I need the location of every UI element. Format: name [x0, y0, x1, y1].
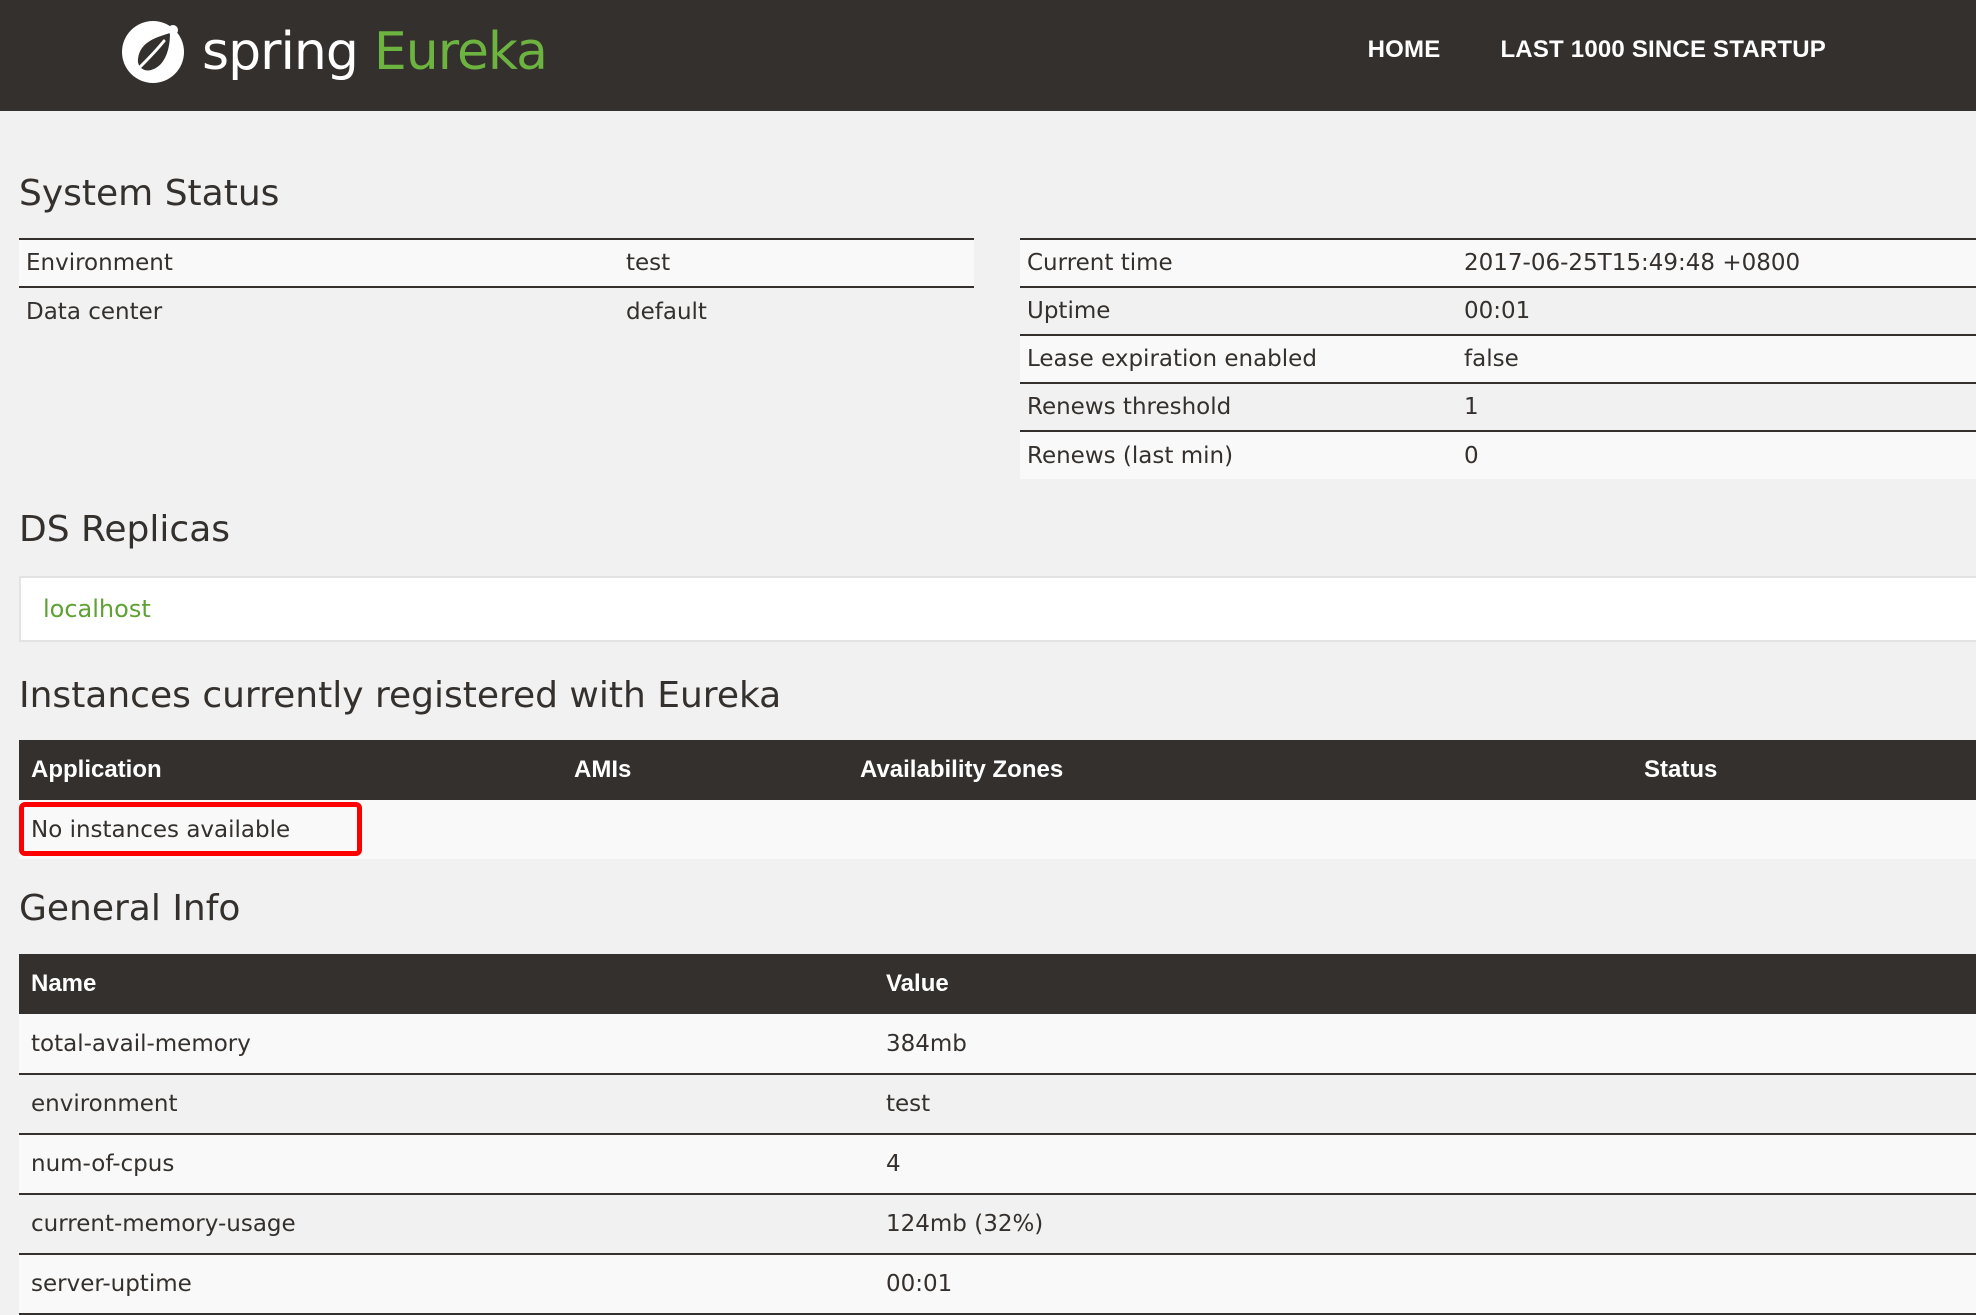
column-header-status: Status: [1632, 740, 1976, 800]
status-value: 0: [1457, 430, 1976, 479]
nav-last-1000-link[interactable]: LAST 1000 SINCE STARTUP: [1500, 36, 1826, 64]
system-status-right-table: Current time 2017-06-25T15:49:48 +0800 U…: [1020, 238, 1976, 479]
column-header-application: Application: [19, 740, 562, 800]
status-label: Renews (last min): [1020, 430, 1457, 479]
table-row: total-avail-memory 384mb: [19, 1014, 1976, 1075]
table-row: Data center default: [19, 286, 974, 335]
instances-table: Application AMIs Availability Zones Stat…: [19, 740, 1976, 859]
column-header-amis: AMIs: [562, 740, 848, 800]
info-value: 00:01: [874, 1254, 1976, 1315]
info-value: 384mb: [874, 1014, 1976, 1075]
info-name: environment: [19, 1074, 874, 1135]
table-row: Renews threshold 1: [1020, 382, 1976, 431]
table-header-row: Name Value: [19, 954, 1976, 1014]
table-row: Renews (last min) 0: [1020, 430, 1976, 479]
empty-instances-message: No instances available: [31, 816, 291, 843]
info-name: total-avail-memory: [19, 1014, 874, 1075]
instances-title: Instances currently registered with Eure…: [19, 675, 782, 716]
column-header-name: Name: [19, 954, 874, 1014]
info-name: num-of-cpus: [19, 1134, 874, 1195]
status-label: Lease expiration enabled: [1020, 334, 1457, 383]
empty-instances-cell: No instances available: [19, 800, 1976, 859]
status-label: Uptime: [1020, 286, 1457, 335]
column-header-value: Value: [874, 954, 1976, 1014]
status-value: 1: [1457, 382, 1976, 431]
table-row: environment test: [19, 1074, 1976, 1135]
brand-eureka-text: Eureka: [373, 22, 548, 82]
status-value: 2017-06-25T15:49:48 +0800: [1457, 238, 1976, 287]
column-header-availability-zones: Availability Zones: [848, 740, 1632, 800]
ds-replicas-list: localhost: [19, 576, 1976, 642]
replica-link-localhost[interactable]: localhost: [43, 595, 151, 623]
table-row: num-of-cpus 4: [19, 1134, 1976, 1195]
spring-leaf-icon: [122, 21, 184, 83]
table-header-row: Application AMIs Availability Zones Stat…: [19, 740, 1976, 800]
nav-home-link[interactable]: HOME: [1368, 36, 1441, 64]
brand-spring-text: spring: [202, 22, 359, 82]
table-row: current-memory-usage 124mb (32%): [19, 1194, 1976, 1255]
status-value: false: [1457, 334, 1976, 383]
table-row: No instances available: [19, 800, 1976, 859]
general-info-title: General Info: [19, 888, 241, 929]
info-name: current-memory-usage: [19, 1194, 874, 1255]
status-value: test: [619, 238, 974, 287]
info-value: 4: [874, 1134, 1976, 1195]
table-row: server-uptime 00:01: [19, 1254, 1976, 1315]
status-label: Environment: [19, 238, 619, 287]
system-status-title: System Status: [19, 173, 280, 214]
status-label: Renews threshold: [1020, 382, 1457, 431]
info-name: server-uptime: [19, 1254, 874, 1315]
info-value: 124mb (32%): [874, 1194, 1976, 1255]
table-row: Lease expiration enabled false: [1020, 334, 1976, 383]
status-label: Data center: [19, 286, 619, 335]
table-row: Uptime 00:01: [1020, 286, 1976, 335]
status-value: default: [619, 286, 974, 335]
system-status-left-table: Environment test Data center default: [19, 238, 974, 335]
brand-logo-link[interactable]: spring Eureka: [118, 12, 548, 92]
status-value: 00:01: [1457, 286, 1976, 335]
status-label: Current time: [1020, 238, 1457, 287]
navbar: spring Eureka HOME LAST 1000 SINCE START…: [0, 0, 1976, 111]
info-value: test: [874, 1074, 1976, 1135]
table-row: Current time 2017-06-25T15:49:48 +0800: [1020, 238, 1976, 287]
table-row: Environment test: [19, 238, 974, 287]
main-nav: HOME LAST 1000 SINCE STARTUP: [1368, 36, 1826, 64]
general-info-table: Name Value total-avail-memory 384mb envi…: [19, 954, 1976, 1315]
ds-replicas-title: DS Replicas: [19, 509, 231, 550]
